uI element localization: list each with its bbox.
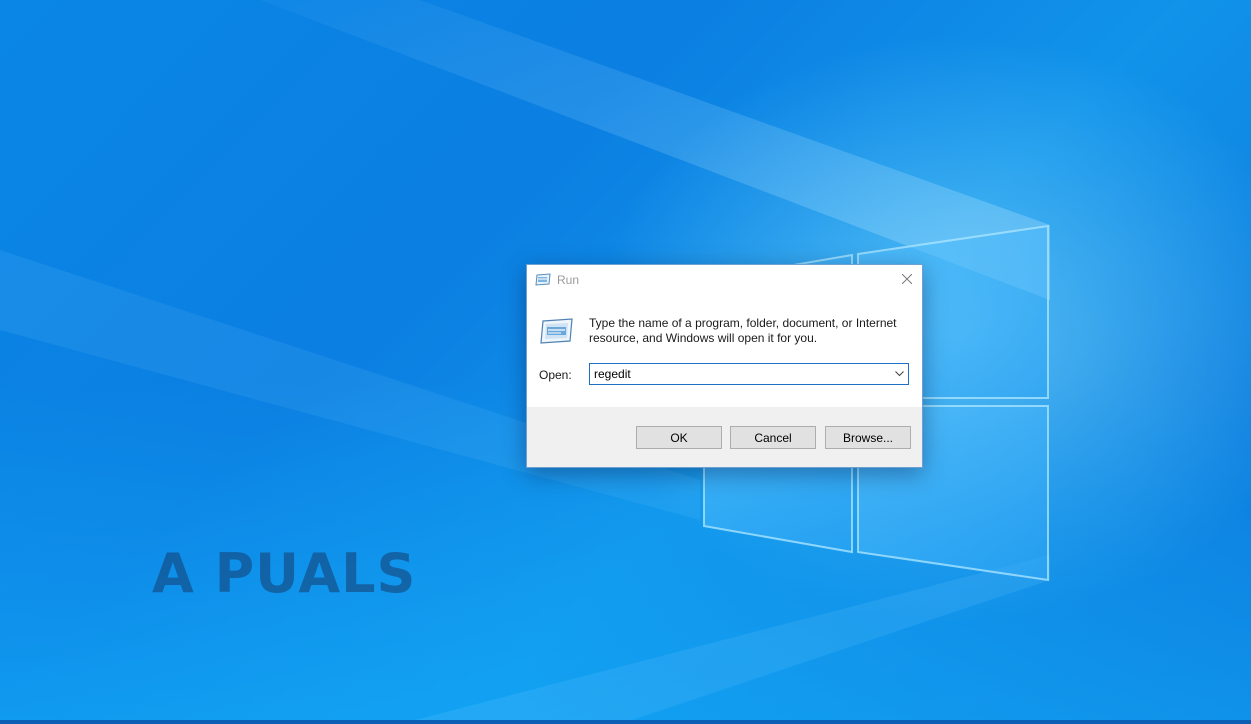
dialog-title: Run [557,273,580,287]
chevron-down-icon [894,371,904,377]
close-icon [902,274,912,284]
open-combobox[interactable] [589,363,909,385]
appuals-watermark: A PUALS [152,540,416,606]
run-icon [540,318,573,344]
open-input[interactable] [594,366,884,382]
watermark-text: A PUALS [152,541,417,605]
ok-button[interactable]: OK [636,426,722,449]
run-dialog: Run Type the name of a program, folder, … [526,264,923,468]
run-icon [535,273,551,286]
dialog-body: Type the name of a program, folder, docu… [527,295,922,407]
close-button[interactable] [892,265,922,293]
dialog-footer: OK Cancel Browse... [527,407,922,467]
browse-button[interactable]: Browse... [825,426,911,449]
dialog-description: Type the name of a program, folder, docu… [589,316,897,345]
taskbar-edge [0,720,1251,724]
dropdown-button[interactable] [890,364,908,384]
dialog-titlebar[interactable]: Run [527,265,922,295]
open-label: Open: [539,368,572,382]
cancel-button[interactable]: Cancel [730,426,816,449]
